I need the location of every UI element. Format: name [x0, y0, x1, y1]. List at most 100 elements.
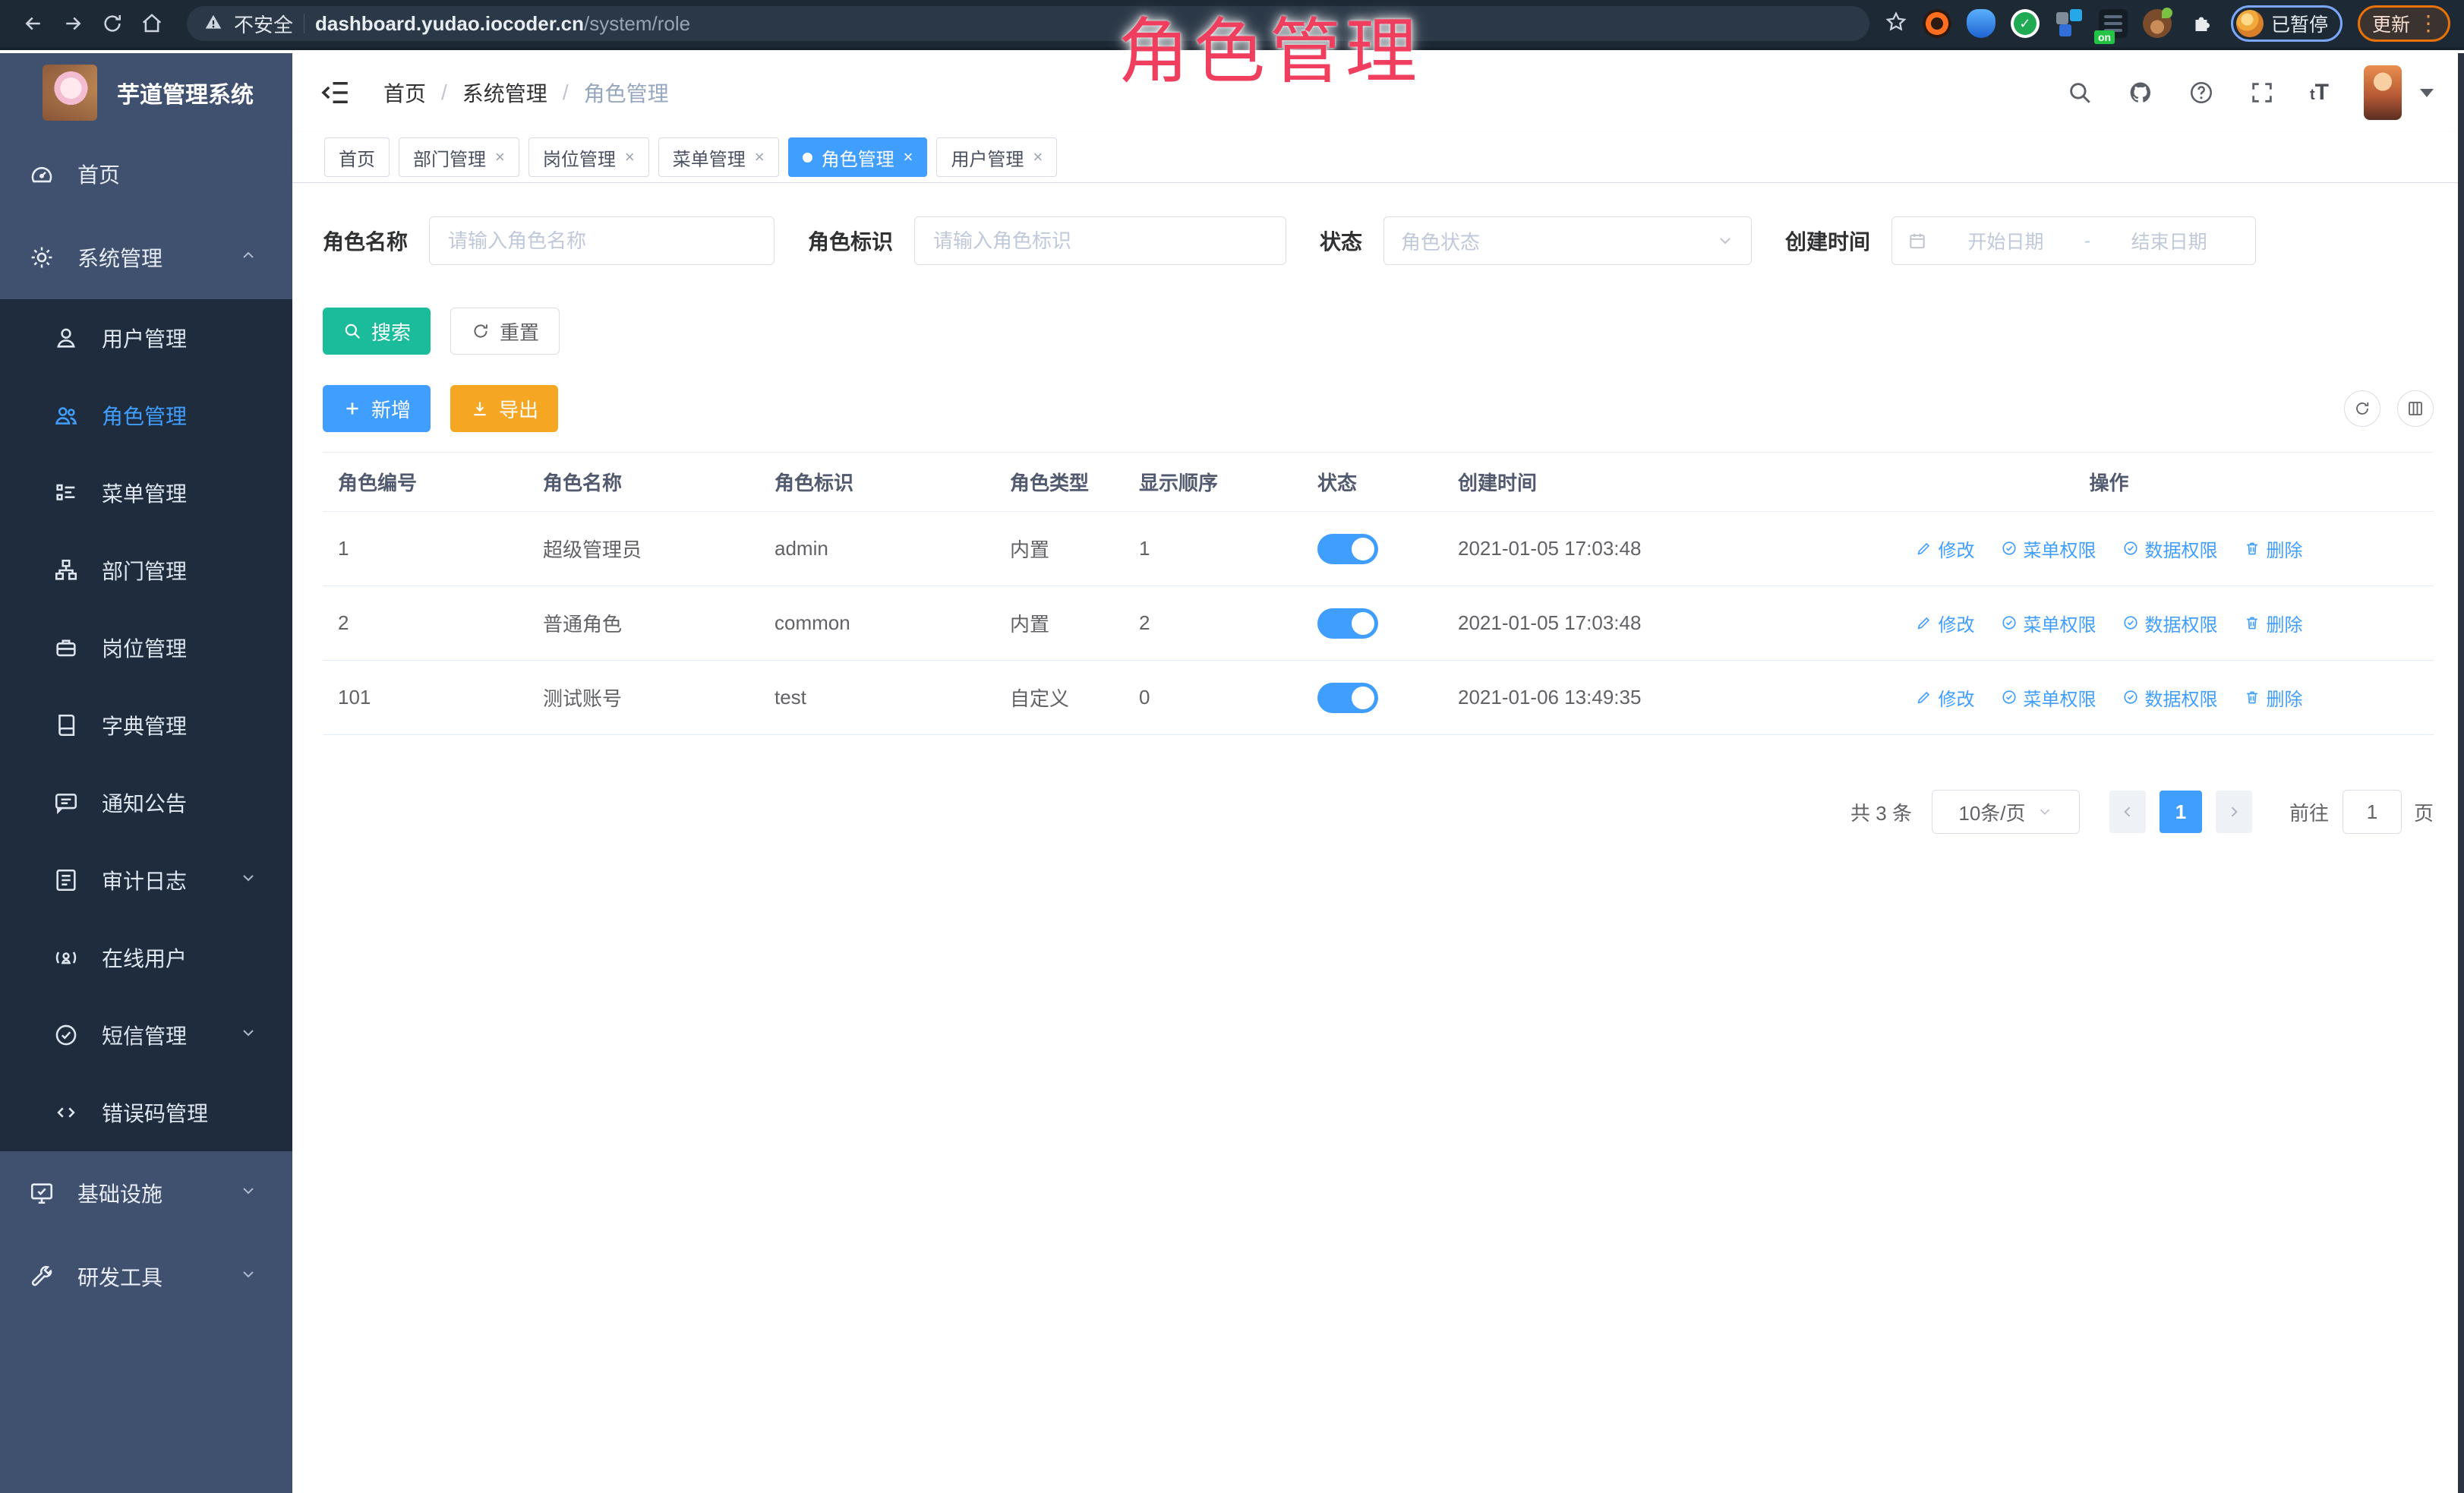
tab-close-icon[interactable]: × — [904, 147, 913, 167]
browser-reload-button[interactable] — [93, 7, 132, 40]
menu-perm-link[interactable]: 菜单权限 — [2001, 684, 2096, 711]
extension-list-icon[interactable]: on — [2099, 9, 2128, 38]
delete-link[interactable]: 删除 — [2244, 610, 2303, 636]
page-size-select[interactable]: 10条/页 — [1932, 790, 2080, 834]
tab-label: 部门管理 — [413, 144, 486, 171]
github-icon[interactable] — [2128, 80, 2153, 106]
tab-home[interactable]: 首页 — [324, 137, 390, 177]
font-size-icon[interactable]: ttTT — [2310, 80, 2329, 106]
tab-close-icon[interactable]: × — [755, 147, 765, 167]
sidebar-item-audit-log[interactable]: 审计日志 — [0, 841, 292, 919]
trash-icon — [2244, 689, 2261, 705]
avatar-dropdown-caret-icon[interactable] — [2420, 89, 2434, 97]
column-settings-button[interactable] — [2397, 390, 2434, 427]
data-perm-link[interactable]: 数据权限 — [2122, 610, 2218, 636]
breadcrumb-system[interactable]: 系统管理 — [462, 77, 547, 108]
role-key-input[interactable] — [914, 216, 1286, 265]
extension-monkey-icon[interactable] — [2143, 9, 2172, 38]
sidebar-submenu-system: 用户管理 角色管理 菜单管理 部门管理 岗位管理 — [0, 299, 292, 1151]
window-right-edge — [2458, 53, 2464, 1493]
sidebar-item-roles[interactable]: 角色管理 — [0, 377, 292, 454]
status-toggle-on[interactable] — [1317, 683, 1378, 713]
tab-dept[interactable]: 部门管理 × — [399, 137, 519, 177]
export-button[interactable]: 导出 — [450, 385, 558, 432]
sidebar-item-label: 在线用户 — [102, 942, 187, 973]
delete-link[interactable]: 删除 — [2244, 684, 2303, 711]
fullscreen-icon[interactable] — [2249, 80, 2275, 106]
row-actions: 修改 菜单权限 数据权限 删除 — [1916, 684, 2303, 711]
sidebar-item-system[interactable]: 系统管理 — [0, 216, 292, 299]
tab-post[interactable]: 岗位管理× — [528, 137, 649, 177]
prev-page-button[interactable] — [2109, 791, 2146, 833]
browser-update-chip[interactable]: 更新 ⋮ — [2358, 5, 2450, 42]
edit-link[interactable]: 修改 — [1916, 535, 1975, 562]
tab-menu[interactable]: 菜单管理× — [658, 137, 779, 177]
sidebar-item-sms[interactable]: 短信管理 — [0, 996, 292, 1074]
browser-home-button[interactable] — [132, 7, 172, 40]
sidebar-item-error-codes[interactable]: 错误码管理 — [0, 1074, 292, 1151]
cell-created: 2021-01-06 13:49:35 — [1443, 661, 1784, 735]
data-perm-link[interactable]: 数据权限 — [2122, 684, 2218, 711]
sidebar-item-dict[interactable]: 字典管理 — [0, 687, 292, 764]
tab-role-active[interactable]: 角色管理× — [788, 137, 928, 177]
browser-menu-icon[interactable]: ⋮ — [2418, 13, 2439, 34]
sidebar-item-infrastructure[interactable]: 基础设施 — [0, 1151, 292, 1235]
sidebar-item-users[interactable]: 用户管理 — [0, 299, 292, 377]
goto-page-input[interactable] — [2343, 790, 2402, 834]
data-perm-link[interactable]: 数据权限 — [2122, 535, 2218, 562]
sidebar-item-label: 首页 — [77, 159, 120, 189]
add-button[interactable]: 新增 — [323, 385, 431, 432]
insecure-warning-icon — [203, 12, 223, 36]
menu-perm-link[interactable]: 菜单权限 — [2001, 610, 2096, 636]
role-name-input[interactable] — [429, 216, 775, 265]
url-text[interactable]: dashboard.yudao.iocoder.cn/system/role — [315, 12, 690, 36]
tab-close-icon[interactable]: × — [1033, 147, 1043, 167]
extension-shield-icon[interactable] — [1967, 9, 1995, 38]
extension-check-icon[interactable]: ✓ — [2011, 9, 2040, 38]
url-path: /system/role — [584, 12, 690, 35]
breadcrumb-separator: / — [563, 80, 569, 105]
edit-link[interactable]: 修改 — [1916, 610, 1975, 636]
tab-user[interactable]: 用户管理× — [936, 137, 1057, 177]
refresh-table-button[interactable] — [2344, 390, 2380, 427]
tab-close-icon[interactable]: × — [495, 147, 505, 167]
security-label[interactable]: 不安全 — [234, 10, 293, 38]
bookmark-star-icon[interactable] — [1885, 11, 1907, 37]
next-page-button[interactable] — [2216, 791, 2252, 833]
extension-target-icon[interactable] — [1923, 9, 1951, 38]
delete-link[interactable]: 删除 — [2244, 535, 2303, 562]
tab-close-icon[interactable]: × — [625, 147, 635, 167]
sidebar-item-dev-tools[interactable]: 研发工具 — [0, 1235, 292, 1318]
status-toggle-on[interactable] — [1317, 534, 1378, 564]
browser-back-button[interactable] — [14, 7, 53, 40]
sidebar-item-depts[interactable]: 部门管理 — [0, 532, 292, 609]
edit-link[interactable]: 修改 — [1916, 684, 1975, 711]
filter-status: 状态 角色状态 — [1320, 216, 1752, 265]
docs-question-icon[interactable] — [2188, 80, 2214, 106]
status-select[interactable]: 角色状态 — [1383, 216, 1752, 265]
reset-button[interactable]: 重置 — [450, 308, 560, 355]
menu-perm-link[interactable]: 菜单权限 — [2001, 535, 2096, 562]
status-toggle-on[interactable] — [1317, 608, 1378, 639]
breadcrumb-home[interactable]: 首页 — [383, 77, 426, 108]
sidebar-item-online-users[interactable]: 在线用户 — [0, 919, 292, 996]
sidebar-item-notice[interactable]: 通知公告 — [0, 764, 292, 841]
header-role-type: 角色类型 — [995, 453, 1124, 512]
page-number-current[interactable]: 1 — [2160, 791, 2202, 833]
date-range-picker[interactable]: 开始日期 - 结束日期 — [1891, 216, 2256, 265]
browser-profile-chip[interactable]: 已暂停 — [2231, 5, 2343, 42]
sidebar-item-menus[interactable]: 菜单管理 — [0, 454, 292, 532]
extensions-puzzle-icon[interactable] — [2187, 9, 2216, 38]
monitor-icon — [29, 1180, 55, 1206]
app-logo — [43, 65, 97, 121]
sidebar-logo-row[interactable]: 芋道管理系统 — [0, 53, 292, 132]
search-icon[interactable] — [2067, 80, 2093, 106]
sidebar-item-posts[interactable]: 岗位管理 — [0, 609, 292, 687]
extension-grid-icon[interactable] — [2055, 9, 2084, 38]
sidebar-item-home[interactable]: 首页 — [0, 132, 292, 216]
sidebar-collapse-button[interactable] — [320, 77, 352, 109]
address-bar[interactable]: 不安全 dashboard.yudao.iocoder.cn/system/ro… — [187, 6, 1869, 41]
user-avatar[interactable] — [2364, 65, 2402, 120]
search-button[interactable]: 搜索 — [323, 308, 431, 355]
browser-forward-button[interactable] — [53, 7, 93, 40]
